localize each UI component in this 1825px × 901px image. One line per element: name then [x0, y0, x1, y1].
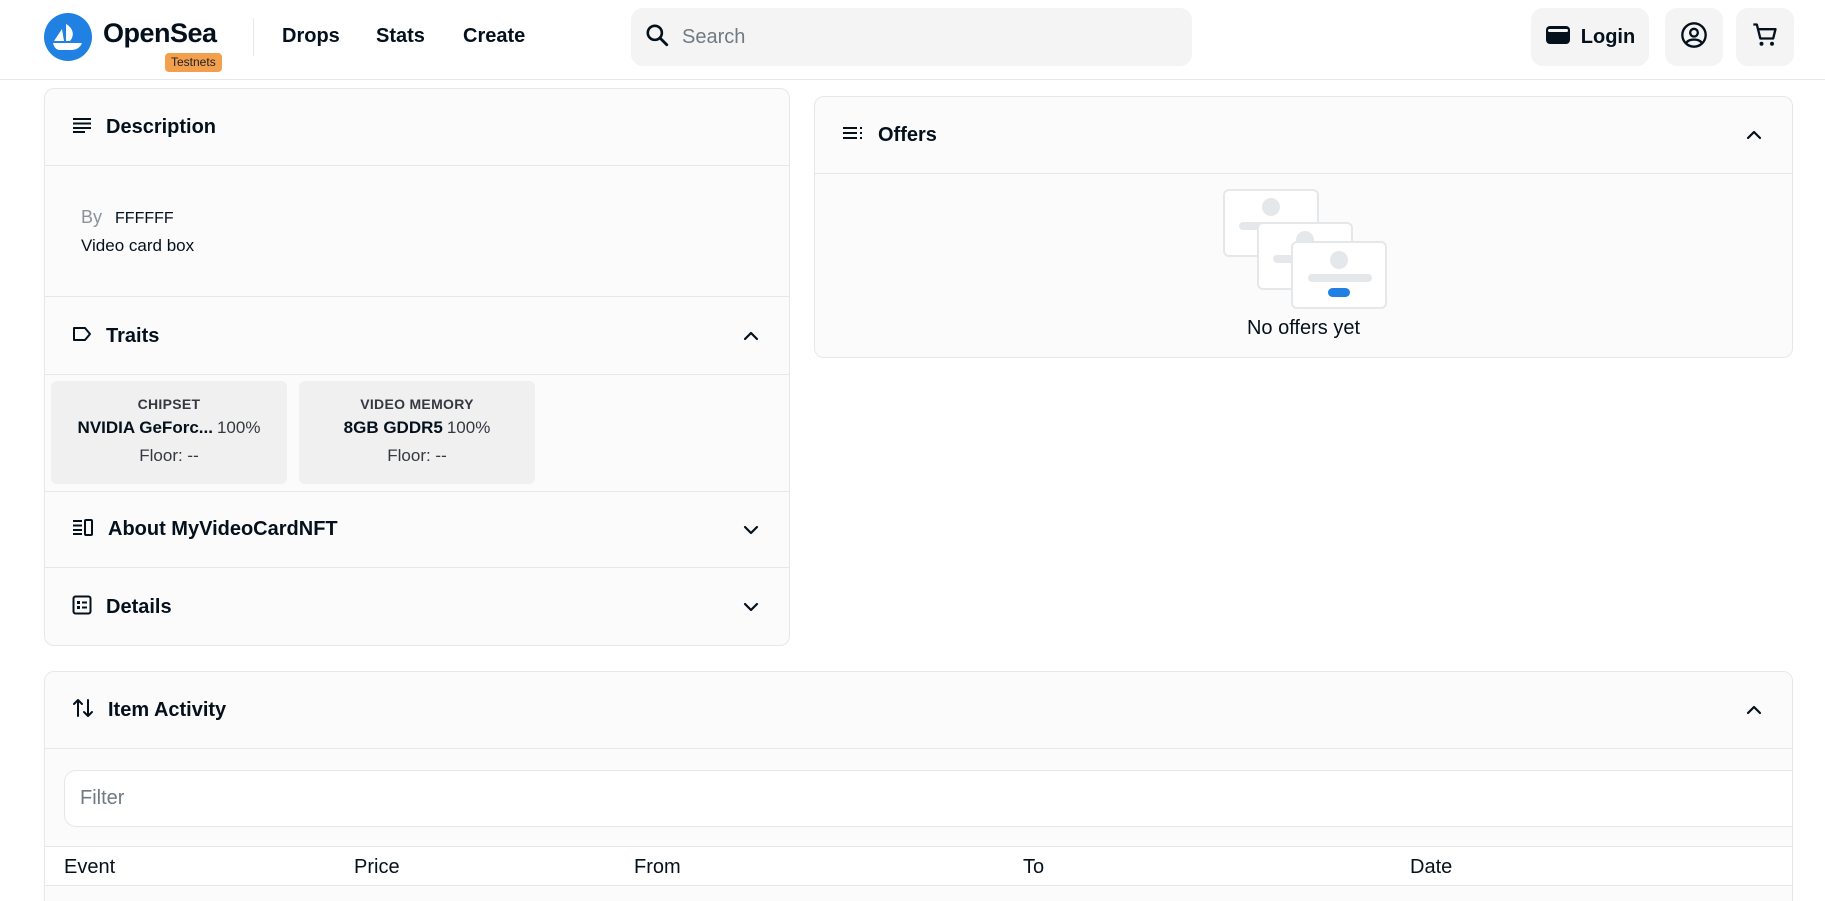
login-button[interactable]: Login [1531, 8, 1649, 66]
trait-type: VIDEO MEMORY [360, 396, 474, 412]
wallet-icon [1545, 24, 1571, 51]
item-details-panel: Description By FFFFFF Video card box Tra… [44, 88, 790, 646]
activity-filter-select[interactable]: Filter [64, 770, 1792, 827]
traits-title: Traits [106, 324, 160, 347]
trait-floor: Floor: -- [139, 446, 199, 465]
empty-offers-illustration [1223, 189, 1389, 316]
offers-list-icon [842, 125, 864, 146]
description-body: By FFFFFF Video card box [45, 167, 789, 297]
column-price: Price [354, 856, 400, 878]
trait-value: NVIDIA GeForc... [77, 418, 213, 437]
about-header[interactable]: About MyVideoCardNFT [45, 491, 789, 568]
about-title: About MyVideoCardNFT [108, 518, 338, 540]
testnets-badge: Testnets [165, 53, 222, 72]
offers-title: Offers [878, 123, 937, 146]
trait-percent: 100% [216, 418, 261, 437]
nav-create[interactable]: Create [463, 25, 525, 48]
chevron-up-icon[interactable] [1744, 700, 1764, 720]
trait-card[interactable]: VIDEO MEMORY 8GB GDDR5 100% Floor: -- [299, 381, 535, 484]
chevron-down-icon[interactable] [741, 520, 761, 540]
description-title: Description [106, 115, 217, 138]
by-label: By [81, 207, 103, 227]
chevron-up-icon[interactable] [1744, 125, 1764, 145]
item-activity-header[interactable]: Item Activity [45, 672, 1792, 749]
account-button[interactable] [1665, 8, 1723, 66]
no-offers-text: No offers yet [1246, 317, 1361, 339]
trait-value: 8GB GDDR5 [343, 418, 443, 437]
description-header[interactable]: Description [45, 89, 789, 166]
trait-value-line: 8GB GDDR5 100% [299, 418, 535, 438]
activity-table-header: Event Price From To Date [45, 846, 1792, 886]
column-date: Date [1410, 856, 1453, 878]
trait-value-line: NVIDIA GeForc... 100% [51, 418, 287, 438]
login-label: Login [1580, 25, 1636, 48]
header-divider [253, 18, 254, 56]
creator-line: By FFFFFF [81, 207, 174, 228]
creator-link[interactable]: FFFFFF [115, 210, 174, 227]
item-activity-panel: Item Activity Filter Event Price From To… [44, 671, 1793, 901]
traits-header[interactable]: Traits [45, 298, 789, 375]
about-list-icon [72, 518, 94, 541]
offers-panel: Offers No offers yet [814, 96, 1793, 358]
search-input[interactable] [682, 25, 1162, 49]
arrows-updown-icon [72, 697, 94, 724]
column-event: Event [64, 856, 116, 878]
details-header[interactable]: Details [45, 569, 789, 645]
details-title: Details [106, 596, 172, 618]
column-from: From [634, 856, 681, 878]
search-bar[interactable] [631, 8, 1192, 66]
user-circle-icon [1680, 21, 1708, 54]
nav-stats[interactable]: Stats [376, 25, 425, 48]
brand-name[interactable]: OpenSea [103, 18, 217, 49]
description-text: Video card box [81, 236, 195, 255]
chevron-up-icon[interactable] [741, 326, 761, 346]
search-icon [644, 22, 670, 53]
cart-icon [1751, 21, 1779, 54]
trait-card[interactable]: CHIPSET NVIDIA GeForc... 100% Floor: -- [51, 381, 287, 484]
trait-percent: 100% [446, 418, 491, 437]
offers-header[interactable]: Offers [815, 97, 1792, 174]
top-navbar: OpenSea Testnets Drops Stats Create Logi… [0, 0, 1825, 80]
nav-drops[interactable]: Drops [282, 25, 340, 48]
trait-type: CHIPSET [137, 396, 201, 412]
trait-floor: Floor: -- [387, 446, 447, 465]
item-activity-title: Item Activity [108, 698, 227, 721]
chevron-down-icon[interactable] [741, 597, 761, 617]
filter-label: Filter [80, 787, 125, 809]
description-lines-icon [72, 116, 92, 139]
tag-icon [72, 325, 92, 348]
column-to: To [1023, 856, 1045, 878]
details-icon [72, 595, 92, 620]
traits-grid: CHIPSET NVIDIA GeForc... 100% Floor: -- V… [51, 381, 785, 484]
opensea-logo-icon[interactable] [44, 13, 92, 61]
cart-button[interactable] [1736, 8, 1794, 66]
